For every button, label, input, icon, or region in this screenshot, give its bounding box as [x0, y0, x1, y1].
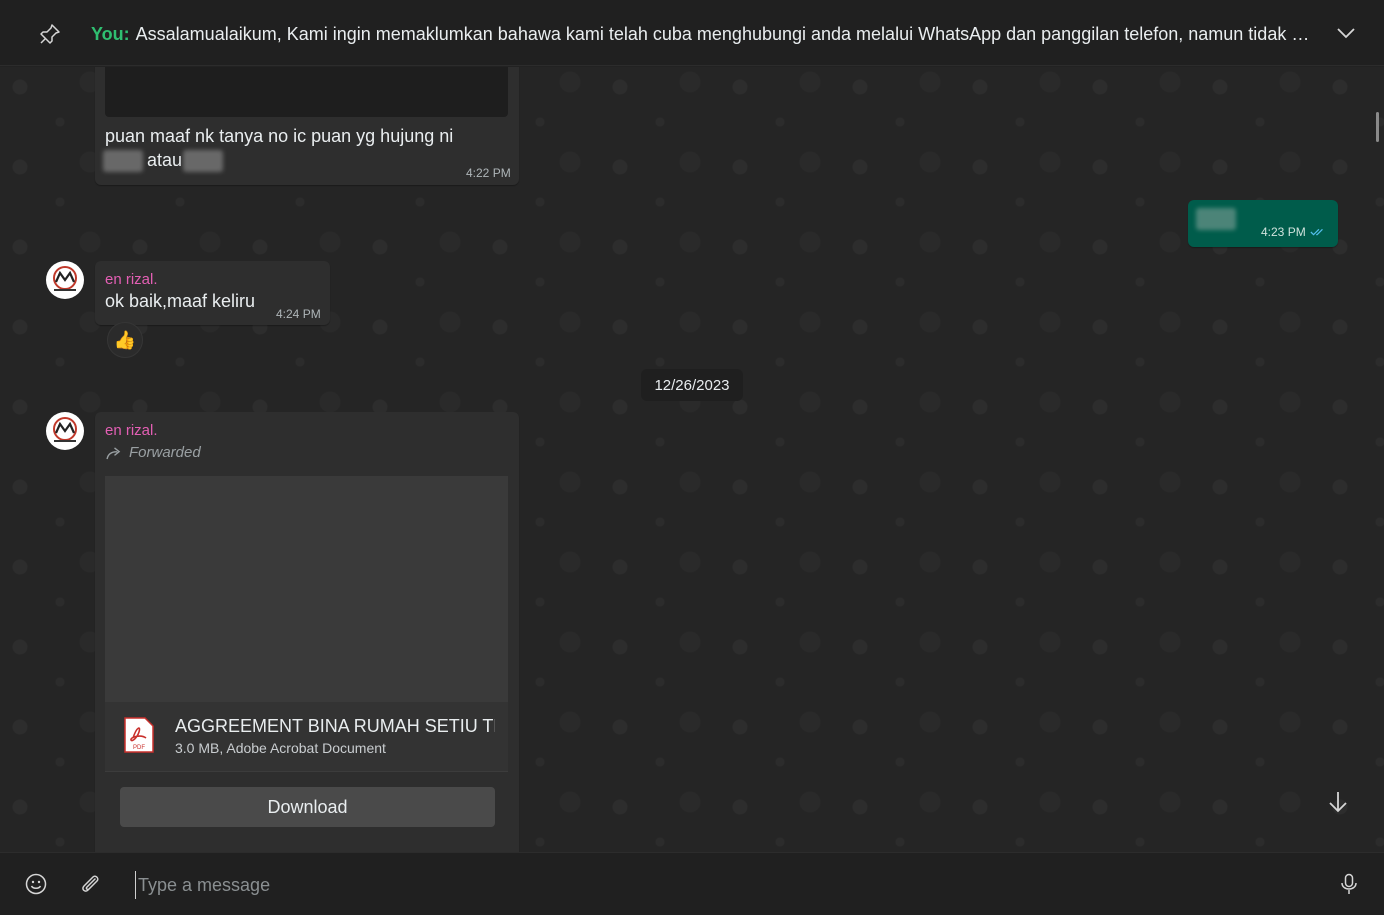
pdf-badge-label: PDF — [133, 745, 145, 751]
message-time: 4:24 PM — [276, 307, 321, 321]
pinned-message-text[interactable]: You: Assalamualaikum, Kami ingin memaklum… — [91, 24, 1321, 45]
attach-icon[interactable] — [79, 873, 101, 895]
avatar[interactable] — [46, 261, 84, 299]
sender-name[interactable]: en rizal. — [105, 271, 158, 288]
chat-area[interactable]: puan maaf nk tanya no ic puan yg hujung … — [0, 67, 1384, 852]
chevron-down-icon[interactable] — [1336, 26, 1356, 40]
download-button[interactable]: Download — [120, 787, 495, 827]
redacted-text — [1196, 208, 1236, 230]
message-text: puan maaf nk tanya no ic puan yg hujung … — [105, 126, 454, 146]
message-bubble-outgoing[interactable]: 4:23 PM — [1188, 200, 1338, 247]
pdf-icon: PDF — [124, 717, 154, 753]
message-text: ok baik,maaf keliru — [105, 291, 256, 311]
read-ticks-icon — [1310, 228, 1323, 236]
arrow-down-icon — [1329, 792, 1347, 813]
document-name: AGGREEMENT BINA RUMAH SETIU TER... — [175, 716, 495, 736]
message-text-or: atau — [147, 150, 183, 170]
scroll-to-bottom-button[interactable] — [1318, 782, 1358, 822]
message-input[interactable] — [135, 871, 1290, 899]
mmr-logo-icon — [53, 417, 77, 442]
message-bubble-incoming[interactable]: puan maaf nk tanya no ic puan yg hujung … — [95, 67, 519, 185]
mmr-logo-icon — [53, 266, 77, 291]
document-row[interactable]: PDF AGGREEMENT BINA RUMAH SETIU TER... 3… — [105, 702, 508, 772]
document-meta: 3.0 MB, Adobe Acrobat Document — [175, 740, 386, 756]
reaction-badge[interactable]: 👍 — [107, 322, 143, 358]
date-divider: 12/26/2023 — [641, 369, 743, 401]
pin-icon[interactable] — [38, 22, 62, 46]
emoji-icon[interactable] — [25, 873, 47, 895]
avatar[interactable] — [46, 412, 84, 450]
sender-name[interactable]: en rizal. — [105, 422, 158, 439]
message-composer[interactable] — [0, 852, 1384, 915]
pinned-sender-label: You: — [91, 24, 130, 44]
message-time: 4:23 PM — [1261, 225, 1306, 239]
redacted-text — [103, 150, 143, 172]
pinned-message-bar[interactable]: You: Assalamualaikum, Kami ingin memaklum… — [0, 0, 1384, 66]
forward-icon — [106, 447, 121, 460]
redacted-text — [183, 150, 223, 172]
document-preview[interactable] — [105, 476, 508, 702]
image-preview[interactable] — [105, 67, 508, 117]
scrollbar[interactable] — [1376, 112, 1379, 142]
forwarded-label: Forwarded — [129, 444, 201, 461]
pinned-message-body: Assalamualaikum, Kami ingin memaklumkan … — [135, 24, 1321, 44]
mic-icon[interactable] — [1338, 873, 1360, 895]
message-bubble-incoming[interactable]: en rizal. ok baik,maaf keliru 4:24 PM — [95, 261, 330, 325]
message-time: 4:22 PM — [466, 166, 511, 180]
